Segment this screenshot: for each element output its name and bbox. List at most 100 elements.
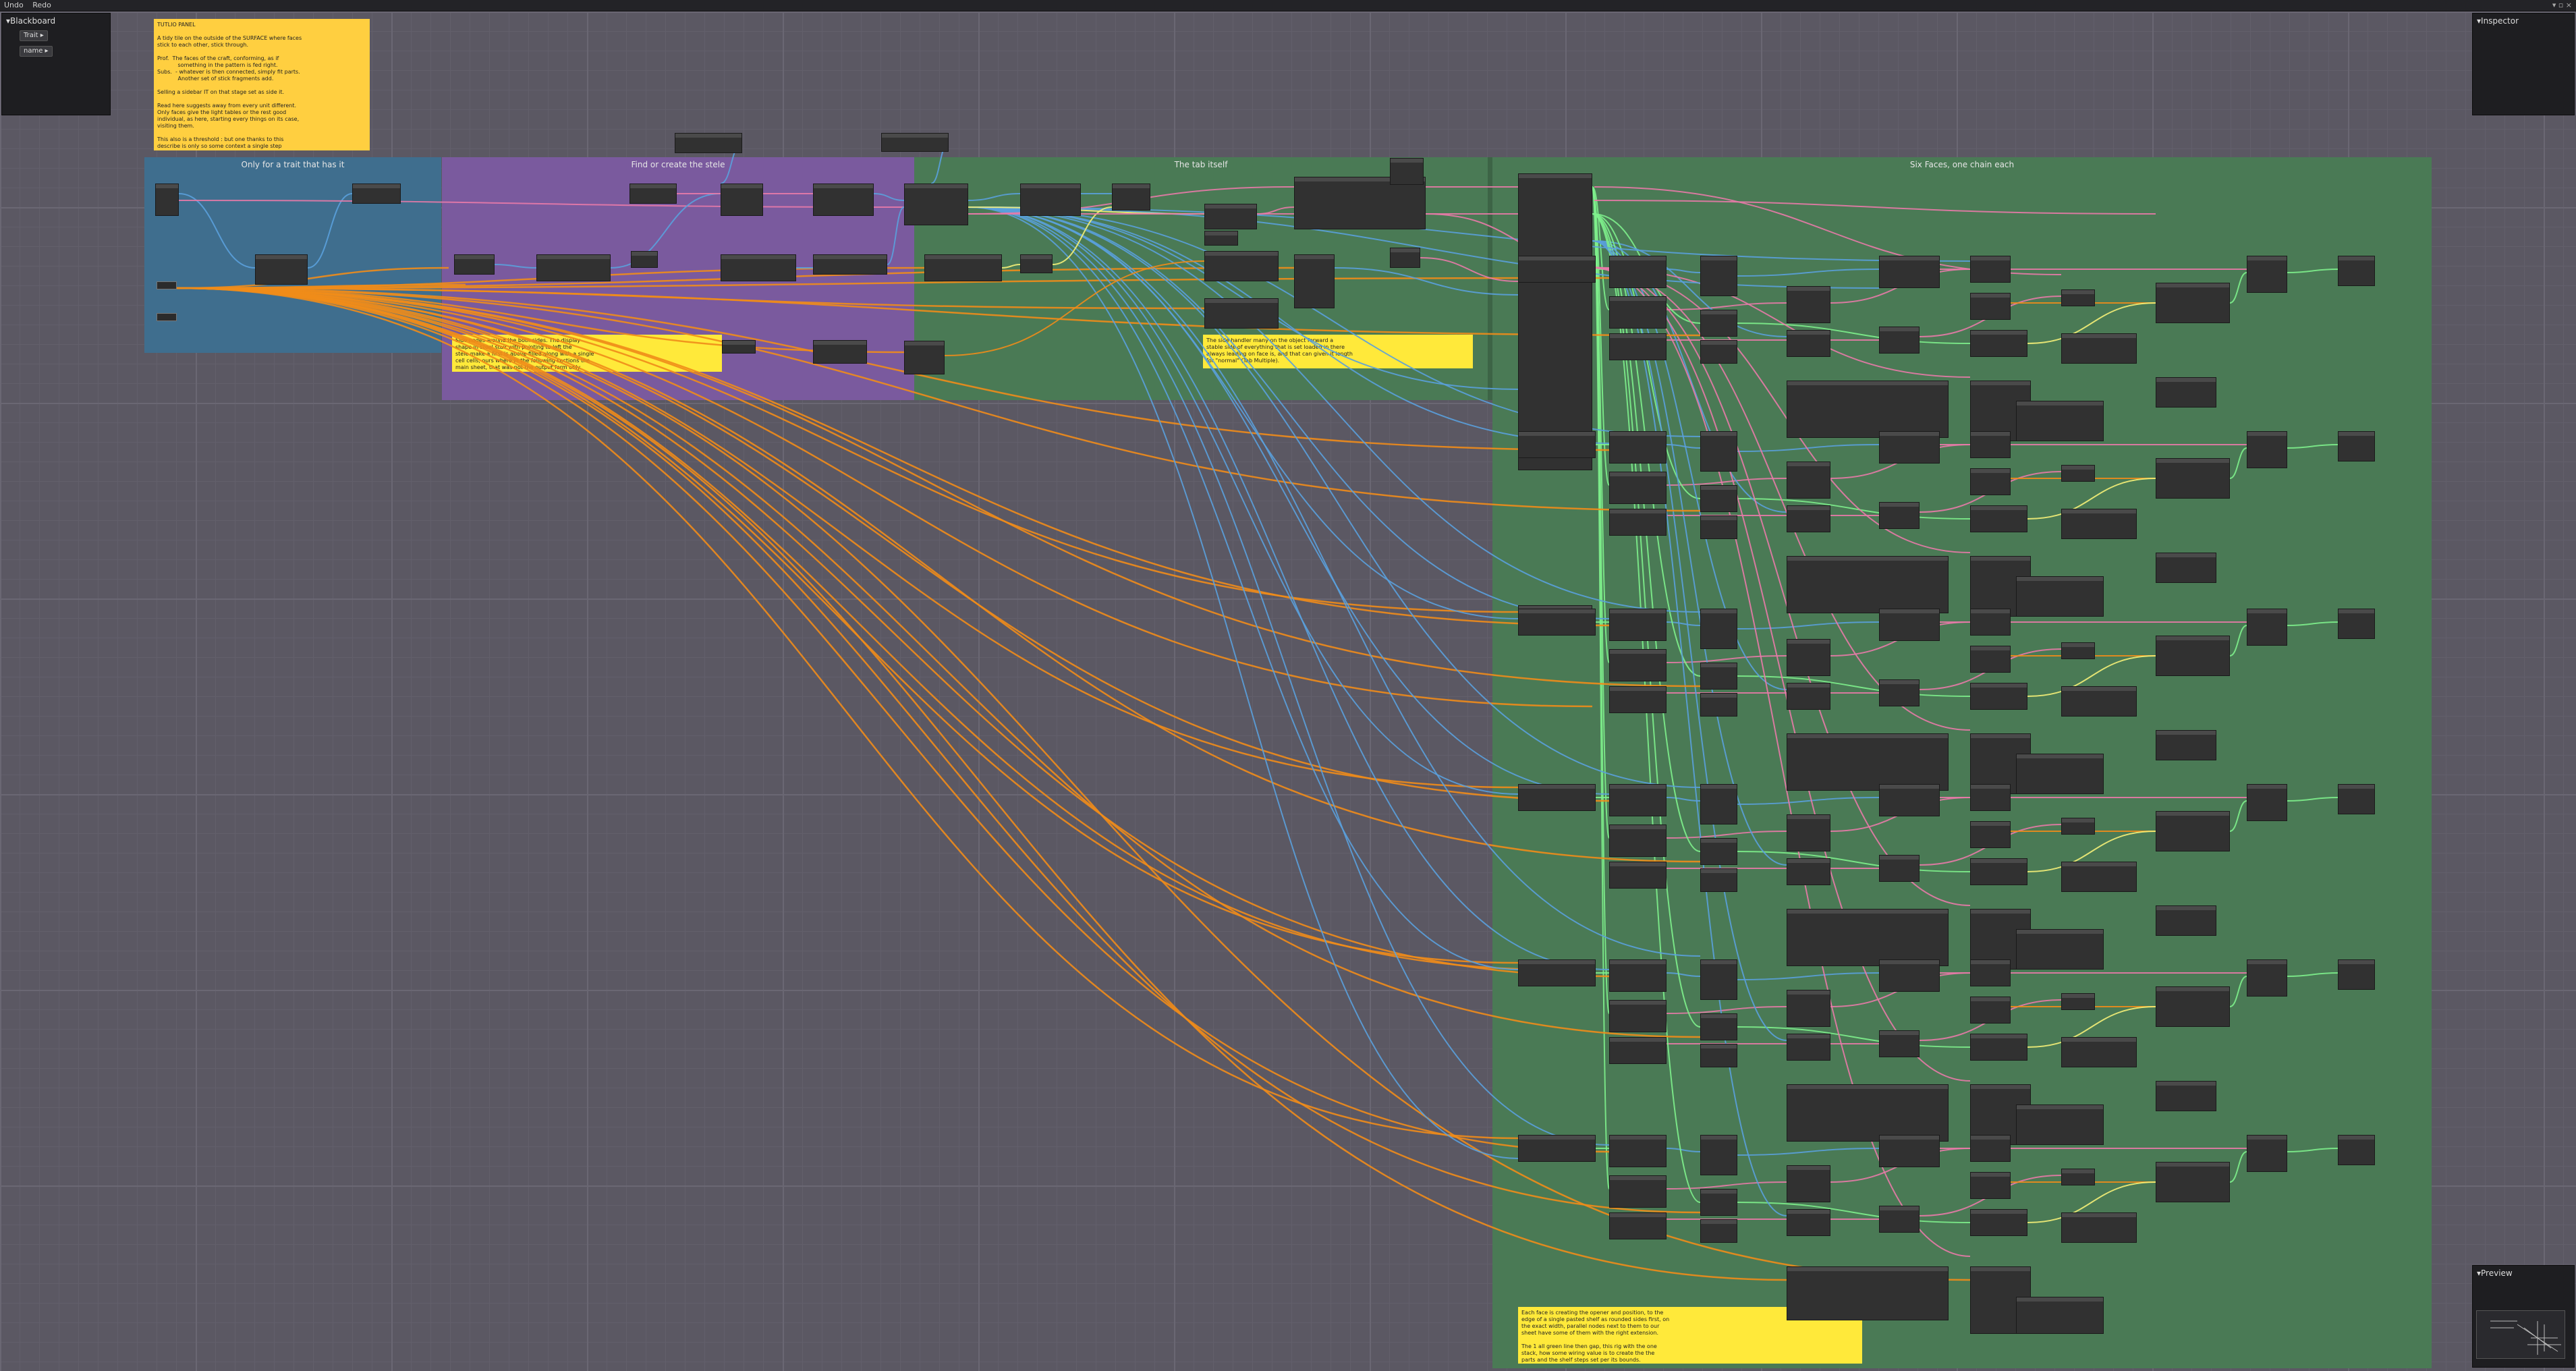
graph-node[interactable] (2016, 1104, 2104, 1145)
graph-node[interactable] (2338, 256, 2375, 286)
graph-node[interactable] (2156, 377, 2216, 408)
graph-node[interactable] (1700, 431, 1737, 472)
graph-node[interactable] (904, 341, 945, 374)
graph-node[interactable] (2156, 811, 2230, 851)
graph-node[interactable] (1609, 472, 1667, 504)
property-node[interactable] (157, 281, 177, 289)
graph-node[interactable] (629, 184, 677, 204)
graph-node[interactable] (1787, 1034, 1830, 1061)
graph-node[interactable] (813, 184, 874, 216)
graph-node[interactable] (1700, 959, 1737, 1000)
graph-node[interactable] (1787, 330, 1830, 357)
graph-node[interactable] (1609, 686, 1667, 713)
graph-node[interactable] (1609, 431, 1667, 464)
graph-node[interactable] (2061, 1169, 2095, 1185)
graph-node[interactable] (1700, 310, 1737, 337)
graph-node[interactable] (1518, 256, 1596, 283)
graph-node[interactable] (2247, 959, 2287, 997)
redo-menu[interactable]: Redo (32, 1, 51, 9)
graph-node[interactable] (2338, 431, 2375, 461)
graph-node[interactable] (1700, 693, 1737, 717)
graph-node[interactable] (1879, 502, 1920, 529)
graph-node[interactable] (1787, 814, 1830, 851)
graph-node[interactable] (2156, 283, 2230, 323)
graph-node[interactable] (2061, 642, 2095, 659)
graph-node[interactable] (1970, 1135, 2011, 1162)
graph-node[interactable] (2156, 458, 2230, 499)
graph-node[interactable] (1879, 959, 1940, 992)
graph-node[interactable] (1700, 1219, 1737, 1243)
graph-node[interactable] (1879, 855, 1920, 882)
graph-node[interactable] (1112, 184, 1150, 211)
graph-node[interactable] (2061, 333, 2137, 364)
property-node[interactable] (157, 313, 177, 321)
graph-node[interactable] (1390, 158, 1424, 185)
graph-node[interactable] (1970, 683, 2027, 710)
graph-node[interactable] (1700, 1135, 1737, 1175)
graph-node[interactable] (1609, 784, 1667, 816)
graph-node[interactable] (1787, 1084, 1949, 1142)
graph-node[interactable] (2338, 609, 2375, 639)
graph-node[interactable] (2061, 465, 2095, 482)
graph-node[interactable] (904, 184, 968, 225)
graph-node[interactable] (1879, 609, 1940, 641)
graph-node[interactable] (1787, 505, 1830, 532)
graph-node[interactable] (2156, 1162, 2230, 1202)
graph-node[interactable] (1970, 256, 2011, 283)
graph-node[interactable] (1787, 381, 1949, 438)
graph-node[interactable] (2156, 1081, 2216, 1111)
graph-node[interactable] (1787, 556, 1949, 613)
graph-node[interactable] (722, 340, 756, 354)
graph-node[interactable] (1518, 431, 1596, 458)
graph-node[interactable] (1879, 327, 1920, 354)
graph-node[interactable] (1787, 909, 1949, 966)
graph-node[interactable] (1609, 1037, 1667, 1064)
graph-node[interactable] (352, 184, 401, 204)
graph-node[interactable] (1970, 468, 2011, 495)
graph-node[interactable] (2061, 289, 2095, 306)
graph-node[interactable] (1970, 431, 2011, 458)
graph-node[interactable] (1700, 609, 1737, 649)
graph-node[interactable] (813, 340, 867, 364)
graph-node[interactable] (1700, 1044, 1737, 1067)
graph-node[interactable] (1700, 663, 1737, 690)
graph-node[interactable] (454, 254, 495, 275)
graph-node[interactable] (1609, 609, 1667, 641)
graph-node[interactable] (1020, 184, 1081, 216)
graph-node[interactable] (1970, 330, 2027, 357)
graph-node[interactable] (536, 254, 611, 281)
graph-node[interactable] (1970, 821, 2011, 848)
graph-node[interactable] (1700, 515, 1737, 539)
graph-node[interactable] (1970, 858, 2027, 885)
graph-node[interactable] (1787, 1266, 1949, 1320)
graph-node[interactable] (1970, 1172, 2011, 1199)
graph-node[interactable] (2016, 576, 2104, 617)
graph-node[interactable] (1609, 1212, 1667, 1239)
graph-node[interactable] (1700, 1013, 1737, 1040)
graph-node[interactable] (2016, 401, 2104, 441)
graph-node[interactable] (2061, 993, 2095, 1010)
graph-node[interactable] (1970, 1209, 2027, 1236)
graph-node[interactable] (1879, 1135, 1940, 1167)
graph-node[interactable] (1609, 296, 1667, 329)
graph-node[interactable] (2016, 1297, 2104, 1334)
graph-node[interactable] (1879, 1030, 1920, 1057)
graph-node[interactable] (1609, 1175, 1667, 1208)
graph-node[interactable] (1518, 959, 1596, 986)
graph-node[interactable] (2156, 905, 2216, 936)
graph-node[interactable] (2061, 686, 2137, 717)
graph-node[interactable] (1787, 639, 1830, 676)
graph-node[interactable] (1204, 251, 1279, 281)
graph-node[interactable] (721, 184, 763, 216)
graph-node[interactable] (1700, 838, 1737, 865)
graph-node[interactable] (1700, 485, 1737, 512)
graph-node[interactable] (1879, 784, 1940, 816)
graph-node[interactable] (1970, 959, 2011, 986)
graph-node[interactable] (1700, 256, 1737, 296)
graph-canvas[interactable]: Only for a trait that has it Find or cre… (0, 11, 2576, 1371)
graph-node[interactable] (155, 184, 179, 216)
graph-node[interactable] (1787, 1209, 1830, 1236)
graph-node[interactable] (1787, 733, 1949, 791)
graph-node[interactable] (1787, 1165, 1830, 1202)
graph-node[interactable] (2156, 730, 2216, 760)
